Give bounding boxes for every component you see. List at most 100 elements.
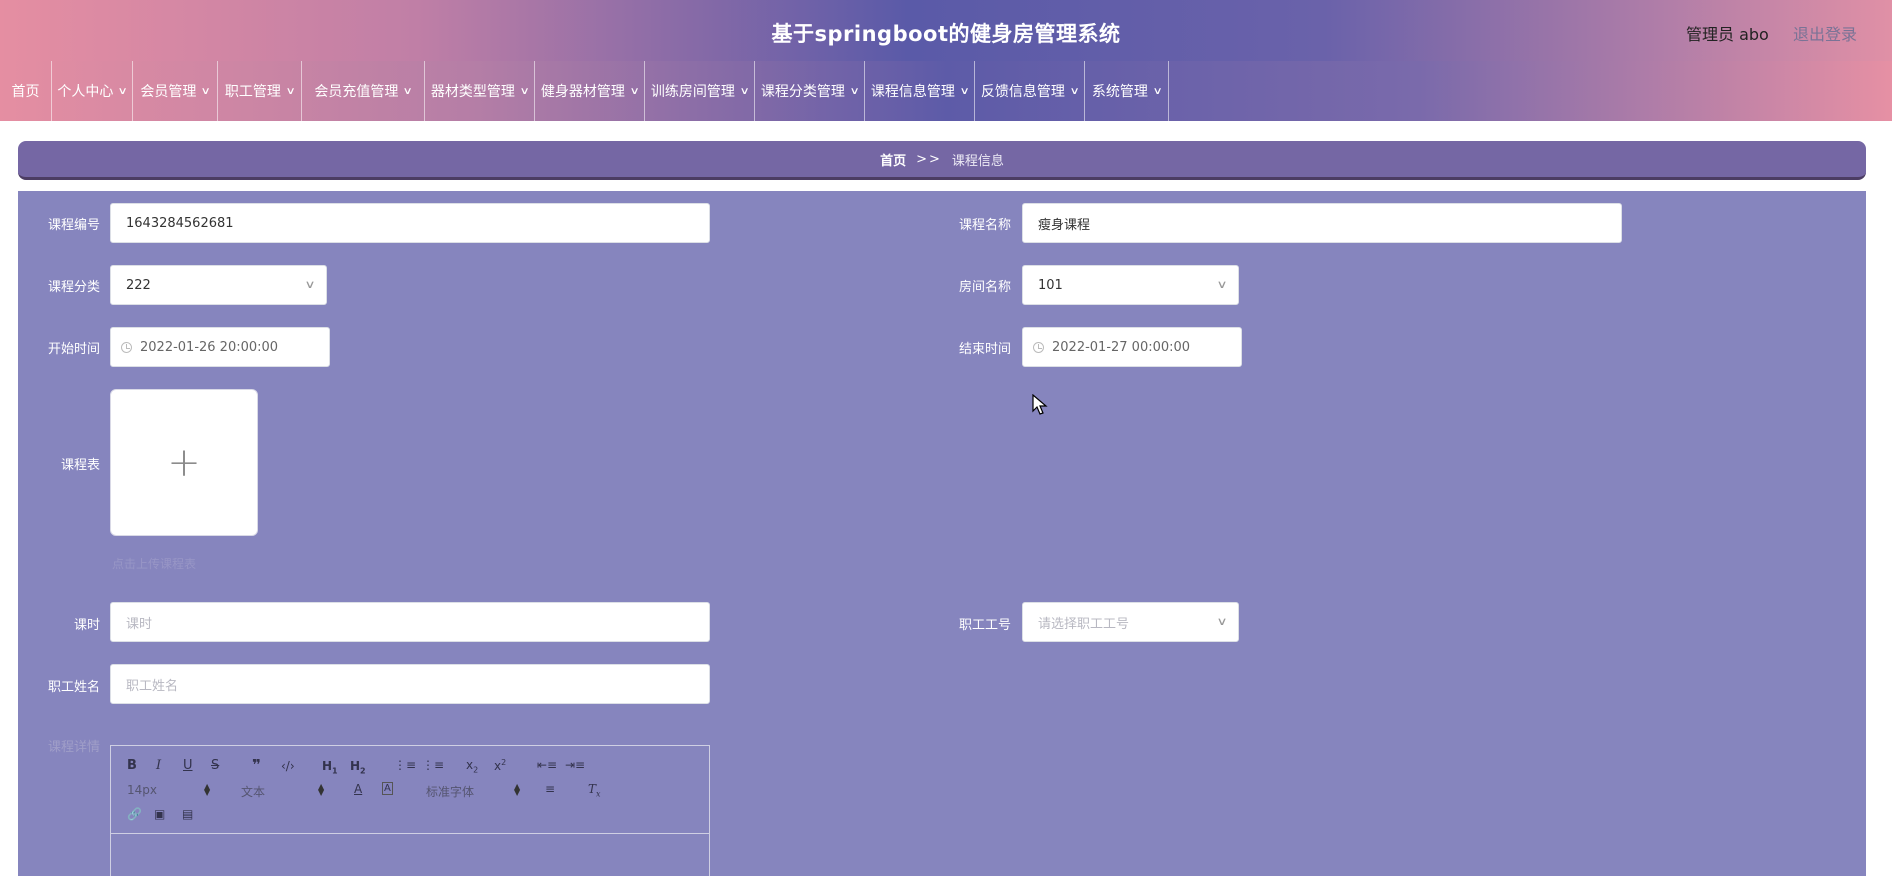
underline-icon[interactable]: U <box>183 758 193 773</box>
nav-item-member-recharge-mgmt[interactable]: 会员充值管理 ∨ <box>302 61 425 121</box>
schedule-label: 课程表 <box>60 458 100 473</box>
subscript-icon[interactable]: x2 <box>466 758 478 774</box>
align-icon[interactable]: ≡ <box>545 782 555 796</box>
start-time-picker[interactable]: 2022-01-26 20:00:00 <box>110 327 330 367</box>
chevron-down-icon: ∨ <box>1216 278 1228 291</box>
superscript-icon[interactable]: x2 <box>494 758 506 773</box>
nav-item-label: 健身器材管理 <box>540 84 625 100</box>
room-name-label: 房间名称 <box>958 280 1011 295</box>
nav-item-training-room-mgmt[interactable]: 训练房间管理 ∨ <box>645 61 755 121</box>
ordered-list-icon[interactable]: ⋮≡ <box>394 758 416 772</box>
hours-label: 课时 <box>73 618 100 633</box>
chevron-down-icon: ∨ <box>959 85 970 97</box>
nav-item-label: 个人中心 <box>57 84 114 100</box>
upload-tip: 点击上传课程表 <box>112 557 197 571</box>
chevron-down-icon: ∨ <box>1216 615 1228 628</box>
background-color-icon[interactable]: A <box>382 782 393 795</box>
nav-item-course-category-mgmt[interactable]: 课程分类管理 ∨ <box>755 61 865 121</box>
nav-item-personal-center[interactable]: 个人中心 ∨ <box>52 61 133 121</box>
chevron-down-icon: ∨ <box>304 278 316 291</box>
chevron-down-icon: ∨ <box>200 85 212 97</box>
course-no-label: 课程编号 <box>47 218 100 233</box>
nav-item-staff-mgmt[interactable]: 职工管理 ∨ <box>218 61 302 121</box>
nav-item-system-mgmt[interactable]: 系统管理 ∨ <box>1085 61 1169 121</box>
nav-item-home[interactable]: 首页 <box>0 61 52 121</box>
bullet-list-icon[interactable]: ⋮≡ <box>422 758 444 772</box>
clear-format-icon[interactable]: Tx <box>588 782 601 798</box>
staff-no-placeholder: 请选择职工工号 <box>1038 616 1130 632</box>
updown-icon: ▲ ▼ <box>204 782 211 797</box>
nav-item-label: 课程分类管理 <box>760 84 845 100</box>
course-category-value: 222 <box>126 277 151 293</box>
header-picker-value: 文本 <box>241 785 266 799</box>
font-family-value: 标准字体 <box>426 785 475 799</box>
nav-item-label: 首页 <box>11 84 40 100</box>
indent-icon[interactable]: ⇥≡ <box>565 758 585 772</box>
font-size-picker[interactable]: 14px ▲ ▼ <box>127 782 213 798</box>
staff-name-label: 职工姓名 <box>47 680 100 695</box>
details-label: 课程详情 <box>47 740 100 755</box>
nav-item-equipment-type-mgmt[interactable]: 器材类型管理 ∨ <box>425 61 535 121</box>
staff-no-select[interactable]: 请选择职工工号 ∨ <box>1022 602 1239 642</box>
breadcrumb-separator: >> <box>916 151 942 167</box>
header-picker[interactable]: 文本 ▲ ▼ <box>241 783 327 800</box>
font-family-picker[interactable]: 标准字体 ▲ ▼ <box>426 783 522 800</box>
font-size-value: 14px <box>127 783 157 797</box>
end-time-label: 结束时间 <box>958 342 1011 357</box>
clock-icon <box>1033 341 1044 353</box>
chevron-down-icon: ∨ <box>1152 85 1163 97</box>
logout-button[interactable]: 退出登录 <box>1793 21 1857 45</box>
editor-toolbar: B I U S ❞ ‹/› H1 H2 ⋮≡ ⋮≡ x2 x2 ⇤≡ ⇥≡ 14… <box>111 746 709 834</box>
app-header: 基于springboot的健身房管理系统 管理员 abo 退出登录 <box>0 0 1892 61</box>
font-color-icon[interactable]: A <box>354 782 362 796</box>
hours-input[interactable]: 课时 <box>110 602 710 642</box>
chevron-down-icon: ∨ <box>629 85 640 97</box>
updown-icon: ▲ ▼ <box>318 782 325 797</box>
start-time-value: 2022-01-26 20:00:00 <box>140 339 279 355</box>
nav-item-course-info-mgmt[interactable]: 课程信息管理 ∨ <box>865 61 975 121</box>
end-time-picker[interactable]: 2022-01-27 00:00:00 <box>1022 327 1242 367</box>
bold-icon[interactable]: B <box>127 758 137 773</box>
updown-icon: ▲ ▼ <box>514 782 521 797</box>
end-time-value: 2022-01-27 00:00:00 <box>1052 339 1191 355</box>
clock-icon <box>121 341 132 353</box>
breadcrumb-current: 课程信息 <box>951 153 1004 169</box>
room-name-select[interactable]: 101 ∨ <box>1022 265 1239 305</box>
nav-item-label: 职工管理 <box>224 84 281 100</box>
nav-item-feedback-mgmt[interactable]: 反馈信息管理 ∨ <box>975 61 1085 121</box>
blockquote-icon[interactable]: ❞ <box>252 756 261 774</box>
nav-item-member-mgmt[interactable]: 会员管理 ∨ <box>133 61 218 121</box>
staff-no-label: 职工工号 <box>958 618 1011 633</box>
schedule-upload[interactable]: + <box>110 389 258 536</box>
video-icon[interactable]: ▤ <box>182 807 193 821</box>
editor-content[interactable] <box>111 834 709 876</box>
chevron-down-icon: ∨ <box>117 85 129 97</box>
plus-icon: + <box>167 439 201 486</box>
heading-2-icon[interactable]: H2 <box>350 759 366 775</box>
code-block-icon[interactable]: ‹/› <box>281 759 295 773</box>
course-category-label: 课程分类 <box>47 280 100 295</box>
staff-name-input[interactable]: 职工姓名 <box>110 664 710 704</box>
chevron-down-icon: ∨ <box>402 85 414 97</box>
course-name-label: 课程名称 <box>958 218 1011 233</box>
app-title: 基于springboot的健身房管理系统 <box>771 22 1121 46</box>
breadcrumb-home[interactable]: 首页 <box>880 150 906 169</box>
image-icon[interactable]: ▣ <box>154 807 165 821</box>
room-name-value: 101 <box>1038 277 1063 293</box>
nav-items: 首页 个人中心 ∨ 会员管理 ∨ 职工管理 ∨ 会员充值管理 ∨ 器材类型管理 ∨ 健身器材管理 ∨ 训练… <box>0 61 1892 121</box>
course-category-select[interactable]: 222 ∨ <box>110 265 327 305</box>
link-icon[interactable]: 🔗 <box>127 807 142 821</box>
outdent-icon[interactable]: ⇤≡ <box>537 758 557 772</box>
nav-item-gym-equipment-mgmt[interactable]: 健身器材管理 ∨ <box>535 61 645 121</box>
nav-item-label: 课程信息管理 <box>870 84 955 100</box>
italic-icon[interactable]: I <box>156 758 161 773</box>
course-no-input[interactable]: 1643284562681 <box>110 203 710 243</box>
nav-item-label: 会员充值管理 <box>314 84 399 100</box>
strike-icon[interactable]: S <box>211 758 219 773</box>
course-name-input[interactable]: 瘦身课程 <box>1022 203 1622 243</box>
rich-text-editor: B I U S ❞ ‹/› H1 H2 ⋮≡ ⋮≡ x2 x2 ⇤≡ ⇥≡ 14… <box>110 745 710 876</box>
current-user: 管理员 abo <box>1686 25 1769 44</box>
heading-1-icon[interactable]: H1 <box>322 759 338 775</box>
chevron-down-icon: ∨ <box>285 85 296 97</box>
chevron-down-icon: ∨ <box>519 85 530 97</box>
